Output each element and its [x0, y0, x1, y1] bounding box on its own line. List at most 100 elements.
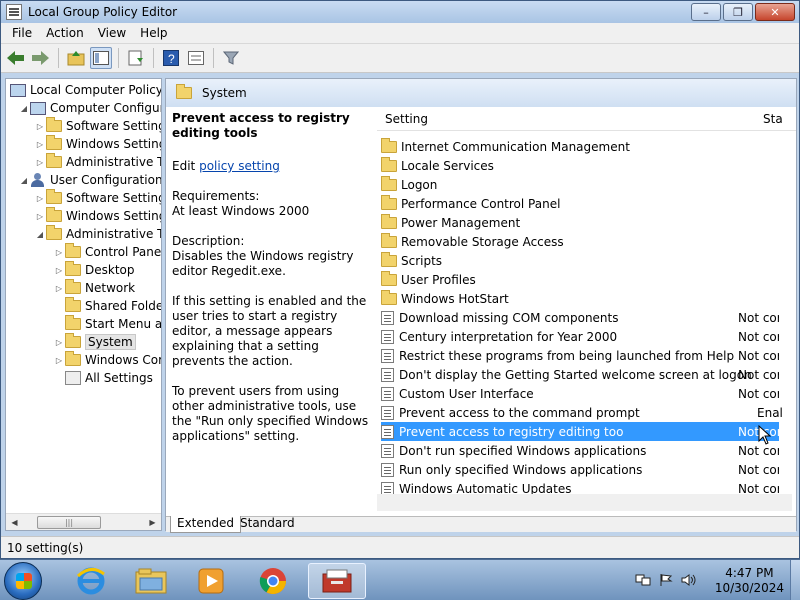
action-center-flag-icon[interactable] — [659, 573, 673, 590]
tree-node-uc-software-settings[interactable]: ▷ Software Settings — [34, 189, 161, 207]
tree-node-cc-administrative-templates[interactable]: ▷ Administrative Te — [34, 153, 161, 171]
menu-file[interactable]: File — [5, 26, 39, 40]
collapse-arrow-icon[interactable]: ◢ — [18, 104, 30, 113]
list-item-policy[interactable]: Don't run specified Windows applications… — [381, 441, 779, 460]
tab-standard[interactable]: Standard — [234, 516, 301, 533]
description-paragraph: To prevent users from using other admini… — [172, 384, 369, 443]
tree-node-label: Control Panel — [85, 245, 162, 259]
volume-icon[interactable] — [681, 573, 697, 590]
list-item-policy[interactable]: Don't display the Getting Started welcom… — [381, 365, 779, 384]
list-item-folder[interactable]: Removable Storage Access — [381, 232, 779, 251]
tree-node-control-panel[interactable]: ▷ Control Panel — [53, 243, 162, 261]
expand-arrow-icon[interactable]: ▷ — [34, 212, 46, 221]
window-controls: – ❐ ✕ — [691, 3, 795, 21]
collapse-arrow-icon[interactable]: ◢ — [18, 176, 30, 185]
tab-extended[interactable]: Extended — [170, 516, 241, 533]
tree-node-start-menu[interactable]: Start Menu ar — [53, 315, 161, 333]
clock[interactable]: 4:47 PM 10/30/2024 — [715, 566, 784, 596]
list-item-folder[interactable]: Windows HotStart — [381, 289, 779, 308]
expand-arrow-icon[interactable]: ▷ — [53, 356, 65, 365]
list-item-folder[interactable]: User Profiles — [381, 270, 779, 289]
tree-node-network[interactable]: ▷ Network — [53, 279, 135, 297]
tree-node-desktop[interactable]: ▷ Desktop — [53, 261, 135, 279]
back-icon[interactable] — [5, 47, 27, 69]
tree-node-system[interactable]: ▷ System — [53, 333, 136, 351]
help-icon[interactable]: ? — [160, 47, 182, 69]
column-setting[interactable]: Setting — [385, 112, 428, 126]
tree-node-uc-windows-settings[interactable]: ▷ Windows Setting — [34, 207, 161, 225]
expand-arrow-icon[interactable]: ▷ — [53, 266, 65, 275]
start-button[interactable] — [4, 562, 42, 600]
menu-help[interactable]: Help — [133, 26, 174, 40]
minimize-button[interactable]: – — [691, 3, 721, 21]
list-item-policy[interactable]: Restrict these programs from being launc… — [381, 346, 779, 365]
export-list-icon[interactable] — [125, 47, 147, 69]
expand-arrow-icon[interactable]: ▷ — [34, 122, 46, 131]
collapse-arrow-icon[interactable]: ◢ — [34, 230, 46, 239]
tree-node-computer-configuration[interactable]: ◢ Computer Configura — [18, 99, 161, 117]
expand-arrow-icon[interactable]: ▷ — [53, 284, 65, 293]
network-icon[interactable] — [635, 573, 651, 590]
policy-setting-link[interactable]: policy setting — [199, 159, 280, 173]
show-hide-tree-icon[interactable] — [90, 47, 112, 69]
list-item-folder[interactable]: Locale Services — [381, 156, 779, 175]
tree-node-label: User Configuration — [50, 173, 162, 187]
menu-view[interactable]: View — [91, 26, 133, 40]
list-item-folder[interactable]: Performance Control Panel — [381, 194, 779, 213]
title-bar[interactable]: Local Group Policy Editor – ❐ ✕ — [1, 1, 799, 23]
show-desktop-button[interactable] — [790, 560, 800, 600]
description-paragraph: If this setting is enabled and the user … — [172, 294, 367, 368]
folder-icon — [381, 270, 397, 286]
settings-list[interactable]: Setting Sta Internet Communication Manag… — [377, 107, 796, 520]
list-item-policy[interactable]: Custom User Interface Not cor — [381, 384, 779, 403]
tree-node-label: Shared Folder — [85, 299, 162, 313]
file-explorer-icon[interactable] — [126, 563, 176, 599]
list-item-policy[interactable]: Download missing COM components Not cor — [381, 308, 779, 327]
expand-arrow-icon[interactable]: ▷ — [34, 140, 46, 149]
list-item-policy[interactable]: Century interpretation for Year 2000 Not … — [381, 327, 779, 346]
list-item-folder[interactable]: Internet Communication Management — [381, 137, 779, 156]
menu-action[interactable]: Action — [39, 26, 91, 40]
tree-node-local-computer-policy[interactable]: Local Computer Policy — [10, 81, 161, 99]
computer-icon — [30, 101, 46, 115]
list-item-policy[interactable]: Run only specified Windows applications N… — [381, 460, 779, 479]
tree-node-all-settings[interactable]: All Settings — [53, 369, 153, 387]
list-item-folder[interactable]: Logon — [381, 175, 779, 194]
maximize-button[interactable]: ❐ — [723, 3, 753, 21]
tree-node-cc-windows-settings[interactable]: ▷ Windows Setting — [34, 135, 161, 153]
close-button[interactable]: ✕ — [755, 3, 795, 21]
folder-icon — [381, 251, 397, 267]
filter-icon[interactable] — [220, 47, 242, 69]
group-policy-editor-icon[interactable] — [308, 563, 366, 599]
scroll-left-icon[interactable]: ◀ — [6, 518, 23, 527]
properties-icon[interactable] — [185, 47, 207, 69]
up-folder-icon[interactable] — [65, 47, 87, 69]
column-state[interactable]: Sta — [763, 112, 783, 126]
tree-node-cc-software-settings[interactable]: ▷ Software Settings — [34, 117, 161, 135]
forward-icon[interactable] — [30, 47, 52, 69]
chrome-icon[interactable] — [248, 563, 298, 599]
list-item-folder[interactable]: Scripts — [381, 251, 779, 270]
list-item-policy[interactable]: Prevent access to the command prompt Enal — [381, 403, 783, 422]
status-bar: 10 setting(s) — [1, 536, 799, 558]
folder-icon — [65, 297, 81, 312]
internet-explorer-icon[interactable] — [66, 563, 116, 599]
tree-node-uc-administrative-templates[interactable]: ◢ Administrative Te — [34, 225, 161, 243]
tree-node-windows-components[interactable]: ▷ Windows Cor — [53, 351, 161, 369]
console-tree[interactable]: Local Computer Policy ◢ Computer Configu… — [5, 78, 162, 531]
media-player-icon[interactable] — [186, 563, 236, 599]
scroll-right-icon[interactable]: ▶ — [144, 518, 161, 527]
scroll-thumb[interactable]: ||| — [37, 515, 101, 529]
list-horizontal-scrollbar[interactable] — [377, 494, 792, 511]
expand-arrow-icon[interactable]: ▷ — [53, 248, 65, 257]
tree-node-user-configuration[interactable]: ◢ User Configuration — [18, 171, 162, 189]
list-item-folder[interactable]: Power Management — [381, 213, 779, 232]
toolbar-separator — [153, 48, 154, 68]
tree-node-shared-folders[interactable]: Shared Folder — [53, 297, 162, 315]
list-item-policy-selected[interactable]: Prevent access to registry editing too No… — [381, 422, 779, 441]
expand-arrow-icon[interactable]: ▷ — [34, 194, 46, 203]
expand-arrow-icon[interactable]: ▷ — [53, 338, 65, 347]
expand-arrow-icon[interactable]: ▷ — [34, 158, 46, 167]
svg-text:?: ? — [168, 52, 175, 66]
tree-horizontal-scrollbar[interactable]: ◀ ||| ▶ — [6, 513, 161, 530]
